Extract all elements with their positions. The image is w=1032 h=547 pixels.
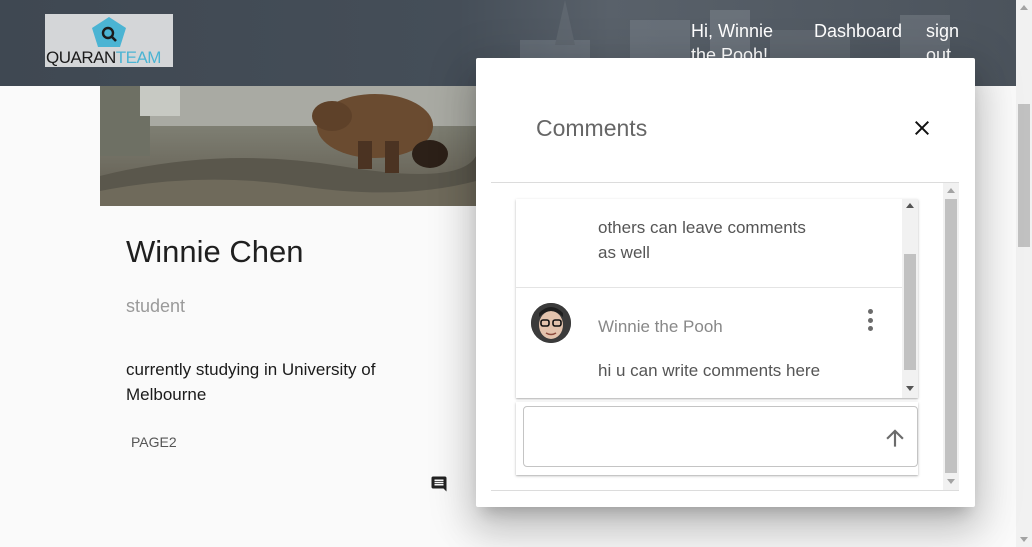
arrow-up-icon[interactable] <box>882 425 908 451</box>
page-scrollbar[interactable] <box>1016 0 1032 547</box>
scroll-up-arrow-icon[interactable] <box>906 203 914 208</box>
comment-icon[interactable] <box>430 475 448 493</box>
close-icon[interactable] <box>910 116 934 140</box>
scroll-down-arrow-icon[interactable] <box>1020 537 1028 542</box>
dialog-divider <box>491 490 959 491</box>
comments-list: others can leave comments as well Winnie… <box>516 199 918 398</box>
page2-link[interactable]: PAGE2 <box>131 434 177 450</box>
quaranteam-logo[interactable]: QUARANTEAM <box>45 14 173 67</box>
comment-input-card <box>516 402 918 475</box>
logo-pentagon-icon <box>92 17 126 47</box>
comment-input[interactable] <box>536 421 866 451</box>
scroll-down-arrow-icon[interactable] <box>906 386 914 391</box>
profile-name: Winnie Chen <box>126 234 304 269</box>
scrollbar-thumb[interactable] <box>904 254 916 370</box>
logo-wordmark: QUARANTEAM <box>46 49 161 67</box>
comments-scrollbar[interactable] <box>902 199 918 398</box>
comment-divider <box>516 287 902 288</box>
comment-input-outline <box>523 406 918 467</box>
dashboard-link[interactable]: Dashboard <box>814 19 902 43</box>
comment-text: hi u can write comments here <box>598 361 821 380</box>
scroll-down-arrow-icon[interactable] <box>947 479 955 484</box>
comment-author: Winnie the Pooh <box>598 317 723 336</box>
profile-bio: currently studying in University of Melb… <box>126 360 376 404</box>
scrollbar-thumb[interactable] <box>1018 104 1030 247</box>
comments-dialog: Comments others can leave comments as we… <box>476 58 975 507</box>
dialog-scrollbar[interactable] <box>943 183 959 490</box>
logo-text-light: TEAM <box>115 48 162 67</box>
scroll-up-arrow-icon[interactable] <box>947 188 955 193</box>
avatar <box>531 303 571 343</box>
bear-photo <box>100 86 476 206</box>
comment-text: others can leave comments as well <box>598 218 806 262</box>
profile-cover-image <box>100 86 476 206</box>
scrollbar-thumb[interactable] <box>945 199 957 473</box>
dialog-title: Comments <box>536 115 648 141</box>
logo-text-dark: QUARAN <box>46 48 116 67</box>
profile-role: student <box>126 296 186 316</box>
dialog-divider <box>491 182 959 183</box>
more-vert-icon[interactable] <box>866 309 874 335</box>
scroll-up-arrow-icon[interactable] <box>1020 5 1028 10</box>
